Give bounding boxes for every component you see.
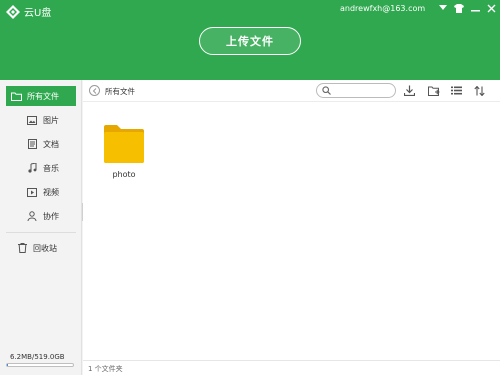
skin-icon[interactable] bbox=[454, 3, 464, 13]
document-icon bbox=[26, 138, 38, 150]
sidebar-item-images[interactable]: 图片 bbox=[6, 110, 76, 130]
sidebar-item-label: 回收站 bbox=[33, 243, 57, 253]
sidebar-item-trash[interactable]: 回收站 bbox=[6, 238, 76, 258]
trash-icon bbox=[16, 242, 28, 254]
storage-usage-text: 6.2MB/519.0GB bbox=[10, 353, 65, 361]
sidebar-item-music[interactable]: 音乐 bbox=[6, 158, 76, 178]
storage-progress-bar bbox=[6, 363, 74, 367]
file-browser: 所有文件 photo bbox=[83, 80, 500, 360]
minimize-icon[interactable] bbox=[470, 3, 480, 13]
status-bar: 1 个文件夹 bbox=[83, 360, 500, 375]
sidebar-item-label: 视频 bbox=[43, 187, 59, 197]
new-folder-icon[interactable] bbox=[427, 84, 440, 97]
folder-item[interactable]: photo bbox=[101, 124, 147, 179]
sidebar-item-collaboration[interactable]: 协作 bbox=[6, 206, 76, 226]
user-icon bbox=[26, 210, 38, 222]
sidebar-divider bbox=[6, 232, 76, 233]
back-button[interactable] bbox=[89, 85, 100, 96]
music-icon bbox=[26, 162, 38, 174]
account-email[interactable]: andrewfxh@163.com bbox=[340, 4, 425, 13]
list-view-icon[interactable] bbox=[450, 84, 463, 97]
sidebar: 所有文件 图片 文档 音乐 视频 协作 回收站 6.2MB/519.0GB bbox=[0, 80, 82, 375]
sidebar-item-video[interactable]: 视频 bbox=[6, 182, 76, 202]
sidebar-item-label: 文档 bbox=[43, 139, 59, 149]
header-bar: 云U盘 andrewfxh@163.com 上传文件 bbox=[0, 0, 500, 80]
sidebar-item-label: 音乐 bbox=[43, 163, 59, 173]
account-dropdown-icon[interactable] bbox=[438, 3, 448, 13]
sidebar-item-all-files[interactable]: 所有文件 bbox=[6, 86, 76, 106]
status-text: 1 个文件夹 bbox=[88, 365, 123, 373]
storage-progress-fill bbox=[7, 364, 8, 366]
arrow-left-icon bbox=[92, 87, 96, 94]
sidebar-item-label: 图片 bbox=[43, 115, 59, 125]
close-icon[interactable] bbox=[486, 3, 496, 13]
search-input[interactable] bbox=[316, 83, 396, 98]
image-icon bbox=[26, 114, 38, 126]
breadcrumb[interactable]: 所有文件 bbox=[105, 86, 135, 97]
folder-icon bbox=[10, 90, 22, 102]
upload-button[interactable]: 上传文件 bbox=[199, 27, 301, 55]
sidebar-item-documents[interactable]: 文档 bbox=[6, 134, 76, 154]
sort-icon[interactable] bbox=[473, 84, 486, 97]
sidebar-item-label: 所有文件 bbox=[27, 91, 59, 101]
download-icon[interactable] bbox=[403, 84, 416, 97]
toolbar: 所有文件 bbox=[83, 80, 500, 102]
video-icon bbox=[26, 186, 38, 198]
folder-icon bbox=[104, 125, 144, 163]
sidebar-item-label: 协作 bbox=[43, 211, 59, 221]
logo-icon bbox=[6, 4, 20, 19]
app-logo: 云U盘 bbox=[6, 4, 51, 19]
search-icon bbox=[322, 86, 331, 95]
app-name: 云U盘 bbox=[24, 8, 52, 19]
folder-name: photo bbox=[112, 170, 136, 179]
